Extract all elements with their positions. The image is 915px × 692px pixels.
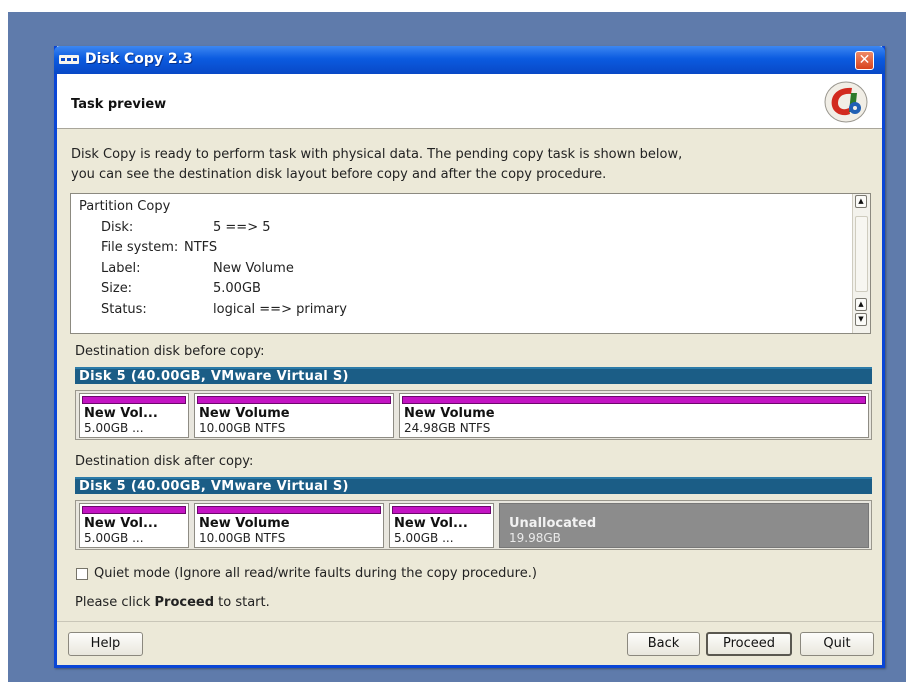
task-key: Status: (101, 301, 147, 317)
page-header: Task preview (57, 74, 882, 129)
partition-size: 24.98GB NTFS (404, 421, 491, 435)
partition-usage-bar (402, 396, 866, 404)
partition-size: 5.00GB ... (84, 531, 144, 545)
task-key: Label: (101, 260, 141, 276)
quit-button[interactable]: Quit (800, 632, 874, 656)
partition-size: 5.00GB ... (84, 421, 144, 435)
task-row-status: Status: logical ==> primary (79, 300, 347, 321)
partition-usage-bar (197, 396, 391, 404)
partition-usage-bar (197, 506, 381, 514)
intro-text: Disk Copy is ready to perform task with … (71, 145, 871, 185)
footer-divider (57, 621, 882, 622)
quiet-mode-checkbox[interactable] (76, 568, 88, 580)
before-copy-label: Destination disk before copy: (75, 344, 265, 359)
partition-name: New Volume (404, 406, 495, 421)
partition-block[interactable]: New Vol... 5.00GB ... (79, 393, 189, 438)
screen-border-bottom (0, 682, 915, 692)
intro-line-1: Disk Copy is ready to perform task with … (71, 147, 683, 162)
before-partition-map: New Vol... 5.00GB ... New Volume 10.00GB… (75, 390, 872, 440)
unallocated-block[interactable]: Unallocated 19.98GB (499, 503, 869, 548)
scrollbar-thumb[interactable] (855, 216, 868, 292)
partition-name: Unallocated (509, 516, 597, 531)
intro-line-2: you can see the destination disk layout … (71, 167, 607, 182)
task-row-file-system: File system: NTFS (79, 238, 217, 259)
task-key: File system: (101, 240, 179, 255)
proceed-prompt: Please click Proceed to start. (75, 595, 270, 610)
quiet-mode-label[interactable]: Quiet mode (Ignore all read/write faults… (94, 566, 537, 581)
task-row-label: Label: New Volume (79, 259, 294, 280)
window-title: Disk Copy 2.3 (85, 51, 193, 67)
partition-usage-bar (82, 396, 186, 404)
partition-name: New Vol... (84, 406, 158, 421)
task-value: 5 ==> 5 (213, 219, 271, 235)
disk-copy-window: Disk Copy 2.3 ✕ Task preview Disk Copy i… (54, 46, 885, 668)
prompt-text-bold: Proceed (154, 595, 215, 610)
partition-block[interactable]: New Volume 10.00GB NTFS (194, 393, 394, 438)
partition-block[interactable]: New Volume 10.00GB NTFS (194, 503, 384, 548)
title-bar[interactable]: Disk Copy 2.3 ✕ (54, 46, 885, 74)
task-value: New Volume (213, 260, 294, 276)
partition-size: 10.00GB NTFS (199, 531, 286, 545)
screen-border-top (0, 0, 915, 12)
partition-usage-bar (392, 506, 491, 514)
partition-block[interactable]: New Vol... 5.00GB ... (389, 503, 494, 548)
screen-border-right (906, 0, 915, 692)
prompt-text-before: Please click (75, 595, 155, 610)
task-key: Size: (101, 281, 133, 296)
before-disk-header: Disk 5 (40.00GB, VMware Virtual S) (75, 367, 872, 384)
help-button[interactable]: Help (68, 632, 143, 656)
back-button[interactable]: Back (627, 632, 700, 656)
partition-block[interactable]: New Vol... 5.00GB ... (79, 503, 189, 548)
screen-border-left (0, 0, 8, 692)
after-copy-label: Destination disk after copy: (75, 454, 254, 469)
partition-name: New Volume (199, 406, 290, 421)
disk-copy-logo-icon (824, 81, 868, 123)
partition-block[interactable]: New Volume 24.98GB NTFS (399, 393, 869, 438)
task-row-disk: Disk: 5 ==> 5 (79, 218, 270, 239)
after-disk-title: Disk 5 (40.00GB, VMware Virtual S) (79, 479, 349, 494)
scroll-up-arrow-icon[interactable]: ▲ (855, 298, 867, 311)
partition-size: 5.00GB ... (394, 531, 454, 545)
before-disk-title: Disk 5 (40.00GB, VMware Virtual S) (79, 369, 349, 384)
proceed-button[interactable]: Proceed (706, 632, 792, 656)
task-key: Disk: (101, 219, 134, 235)
task-value: logical ==> primary (213, 301, 347, 317)
task-heading: Partition Copy (79, 199, 171, 214)
scroll-down-arrow-icon[interactable]: ▼ (855, 313, 867, 326)
after-disk-header: Disk 5 (40.00GB, VMware Virtual S) (75, 477, 872, 494)
task-details: Partition Copy Disk: 5 ==> 5 File system… (79, 197, 347, 321)
task-details-box[interactable]: Partition Copy Disk: 5 ==> 5 File system… (70, 193, 871, 334)
close-button[interactable]: ✕ (855, 51, 874, 70)
task-scrollbar[interactable]: ▲ ▲ ▼ (852, 194, 870, 333)
after-partition-map: New Vol... 5.00GB ... New Volume 10.00GB… (75, 500, 872, 550)
partition-size: 10.00GB NTFS (199, 421, 286, 435)
page-title: Task preview (71, 97, 167, 112)
app-icon (59, 55, 79, 64)
prompt-text-after: to start. (214, 595, 270, 610)
partition-name: New Vol... (394, 516, 468, 531)
task-value: 5.00GB (213, 281, 261, 296)
partition-usage-bar (82, 506, 186, 514)
task-value: NTFS (184, 240, 218, 255)
partition-size: 19.98GB (509, 531, 561, 545)
partition-name: New Volume (199, 516, 290, 531)
scroll-up-arrow-icon[interactable]: ▲ (855, 195, 867, 208)
task-row-size: Size: 5.00GB (79, 279, 261, 300)
partition-name: New Vol... (84, 516, 158, 531)
